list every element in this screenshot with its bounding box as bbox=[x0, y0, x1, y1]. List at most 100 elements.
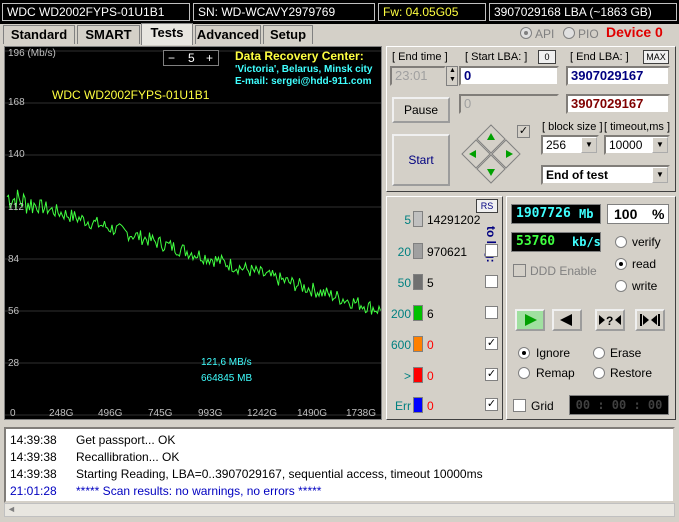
pio-radio[interactable] bbox=[563, 27, 575, 39]
end-button[interactable] bbox=[635, 309, 665, 331]
timeout-value: 10000 bbox=[609, 138, 643, 152]
tab-smart[interactable]: SMART bbox=[77, 25, 140, 44]
x-tick-label: 1490G bbox=[297, 408, 328, 419]
erase-radio[interactable] bbox=[593, 347, 605, 359]
start-lba-zero-button[interactable]: 0 bbox=[538, 50, 556, 64]
log-line: 14:39:38 Starting Reading, LBA=0..3907029… bbox=[10, 466, 483, 483]
verify-radio[interactable] bbox=[615, 236, 627, 248]
speed-graph: 196 (Mb/s) 168 140 112 84 56 28 0 248G 4… bbox=[4, 46, 382, 420]
log-threshold-checkbox[interactable] bbox=[485, 275, 498, 288]
pad-checkbox[interactable]: ✓ bbox=[517, 125, 530, 138]
y-tick-label: 140 bbox=[8, 149, 25, 160]
progress-percent-unit: % bbox=[652, 206, 665, 222]
y-tick-label: 56 bbox=[8, 306, 20, 317]
count-value: 970621 bbox=[427, 245, 468, 259]
end-time-field[interactable]: 23:01 bbox=[390, 66, 446, 86]
block-size-select[interactable]: 256 ▼ bbox=[541, 135, 599, 155]
count-color-swatch bbox=[413, 305, 423, 321]
api-radio[interactable] bbox=[520, 27, 532, 39]
count-threshold-label: 600 bbox=[390, 338, 411, 352]
progress-percent-value: 100 bbox=[614, 206, 638, 222]
remap-radio[interactable] bbox=[518, 367, 530, 379]
read-label: read bbox=[632, 257, 657, 271]
skip-icon: ? bbox=[599, 314, 621, 328]
log-threshold-checkbox[interactable] bbox=[485, 306, 498, 319]
stats-panel bbox=[506, 196, 676, 420]
y-tick-label: 168 bbox=[8, 97, 25, 108]
play-icon bbox=[525, 314, 537, 326]
pause-button[interactable]: Pause bbox=[392, 97, 450, 123]
count-value: 0 bbox=[427, 338, 434, 352]
recovery-place: 'Victoria', Belarus, Minsk city bbox=[235, 64, 373, 75]
read-radio[interactable] bbox=[615, 258, 627, 270]
grid-checkbox[interactable] bbox=[513, 399, 526, 412]
end-time-spinner[interactable]: ▲ ▼ bbox=[446, 66, 458, 86]
x-tick-label: 1738G bbox=[346, 408, 377, 419]
count-value: 0 bbox=[427, 369, 434, 383]
log-threshold-checkbox[interactable]: ✓ bbox=[485, 337, 498, 350]
restore-radio[interactable] bbox=[593, 367, 605, 379]
ignore-radio[interactable] bbox=[518, 347, 530, 359]
count-color-swatch bbox=[413, 211, 423, 227]
ddd-enable-checkbox[interactable] bbox=[513, 264, 526, 277]
speed-graph-canvas bbox=[5, 50, 381, 416]
y-tick-label: 112 bbox=[8, 202, 24, 213]
count-color-swatch bbox=[413, 243, 423, 259]
log-line: 14:39:38 Recallibration... OK bbox=[10, 449, 179, 466]
start-button[interactable]: Start bbox=[392, 134, 450, 186]
speed-value: 53760 bbox=[516, 234, 556, 249]
verify-label: verify bbox=[632, 235, 661, 249]
end-lba-max-button[interactable]: MAX bbox=[643, 50, 669, 64]
spinner-minus-button[interactable]: − bbox=[168, 51, 175, 65]
write-radio[interactable] bbox=[615, 280, 627, 292]
count-threshold-label: 20 bbox=[397, 245, 411, 259]
tab-advanced[interactable]: Advanced bbox=[195, 25, 261, 44]
x-tick-label: 745G bbox=[148, 408, 173, 419]
end-action-value: End of test bbox=[546, 168, 608, 182]
end-lba-field[interactable]: 3907029167 bbox=[566, 66, 670, 86]
block-size-label: [ block size ] bbox=[542, 121, 603, 133]
dropdown-arrow-icon: ▼ bbox=[581, 137, 597, 153]
erase-label: Erase bbox=[610, 346, 642, 360]
end-action-select[interactable]: End of test ▼ bbox=[541, 165, 670, 185]
count-threshold-label: 50 bbox=[397, 276, 411, 290]
count-value: 0 bbox=[427, 399, 434, 413]
write-label: write bbox=[632, 279, 658, 293]
tab-tests[interactable]: Tests bbox=[141, 23, 193, 45]
skip-button[interactable]: ? bbox=[595, 309, 625, 331]
tab-standard[interactable]: Standard bbox=[3, 25, 75, 44]
y-tick-label: 28 bbox=[8, 358, 20, 369]
tab-setup[interactable]: Setup bbox=[263, 25, 313, 44]
log-threshold-checkbox[interactable] bbox=[485, 244, 498, 257]
rewind-button[interactable] bbox=[552, 309, 582, 331]
y-tick-label: 84 bbox=[8, 254, 20, 265]
x-tick-label: 993G bbox=[198, 408, 223, 419]
log-text: Get passport... OK bbox=[76, 433, 176, 447]
count-value: 5 bbox=[427, 276, 434, 290]
start-lba-field[interactable]: 0 bbox=[459, 66, 559, 86]
api-label: API bbox=[535, 27, 555, 41]
reset-counts-button[interactable]: RS bbox=[476, 199, 498, 213]
count-threshold-label: Err bbox=[395, 399, 411, 413]
drive-serial: SN: WD-WCAVY2979769 bbox=[193, 3, 375, 21]
recovery-title: Data Recovery Center: bbox=[235, 49, 364, 63]
current-end-lba-field: 3907029167 bbox=[566, 94, 670, 114]
svg-text:?: ? bbox=[606, 314, 613, 328]
log-threshold-checkbox[interactable]: ✓ bbox=[485, 368, 498, 381]
log-horizontal-scrollbar[interactable]: ◄ bbox=[4, 503, 675, 517]
event-log[interactable]: 14:39:38 Get passport... OK 14:39:38 Recall… bbox=[4, 427, 675, 503]
pio-label: PIO bbox=[578, 27, 599, 41]
device-label: Device 0 bbox=[606, 24, 663, 40]
drive-info-bar: WDC WD2002FYPS-01U1B1 SN: WD-WCAVY297976… bbox=[0, 0, 679, 24]
dropdown-arrow-icon: ▼ bbox=[652, 137, 668, 153]
restore-label: Restore bbox=[610, 366, 653, 380]
log-text: Recallibration... OK bbox=[76, 450, 180, 464]
end-lba-label: [ End LBA: ] bbox=[570, 51, 629, 63]
current-lba-field: 0 bbox=[459, 94, 559, 114]
log-threshold-checkbox[interactable]: ✓ bbox=[485, 398, 498, 411]
scroll-left-icon: ◄ bbox=[7, 504, 16, 514]
count-color-swatch bbox=[413, 274, 423, 290]
timeout-select[interactable]: 10000 ▼ bbox=[604, 135, 670, 155]
spinner-plus-button[interactable]: + bbox=[206, 51, 213, 65]
play-button[interactable] bbox=[515, 309, 545, 331]
